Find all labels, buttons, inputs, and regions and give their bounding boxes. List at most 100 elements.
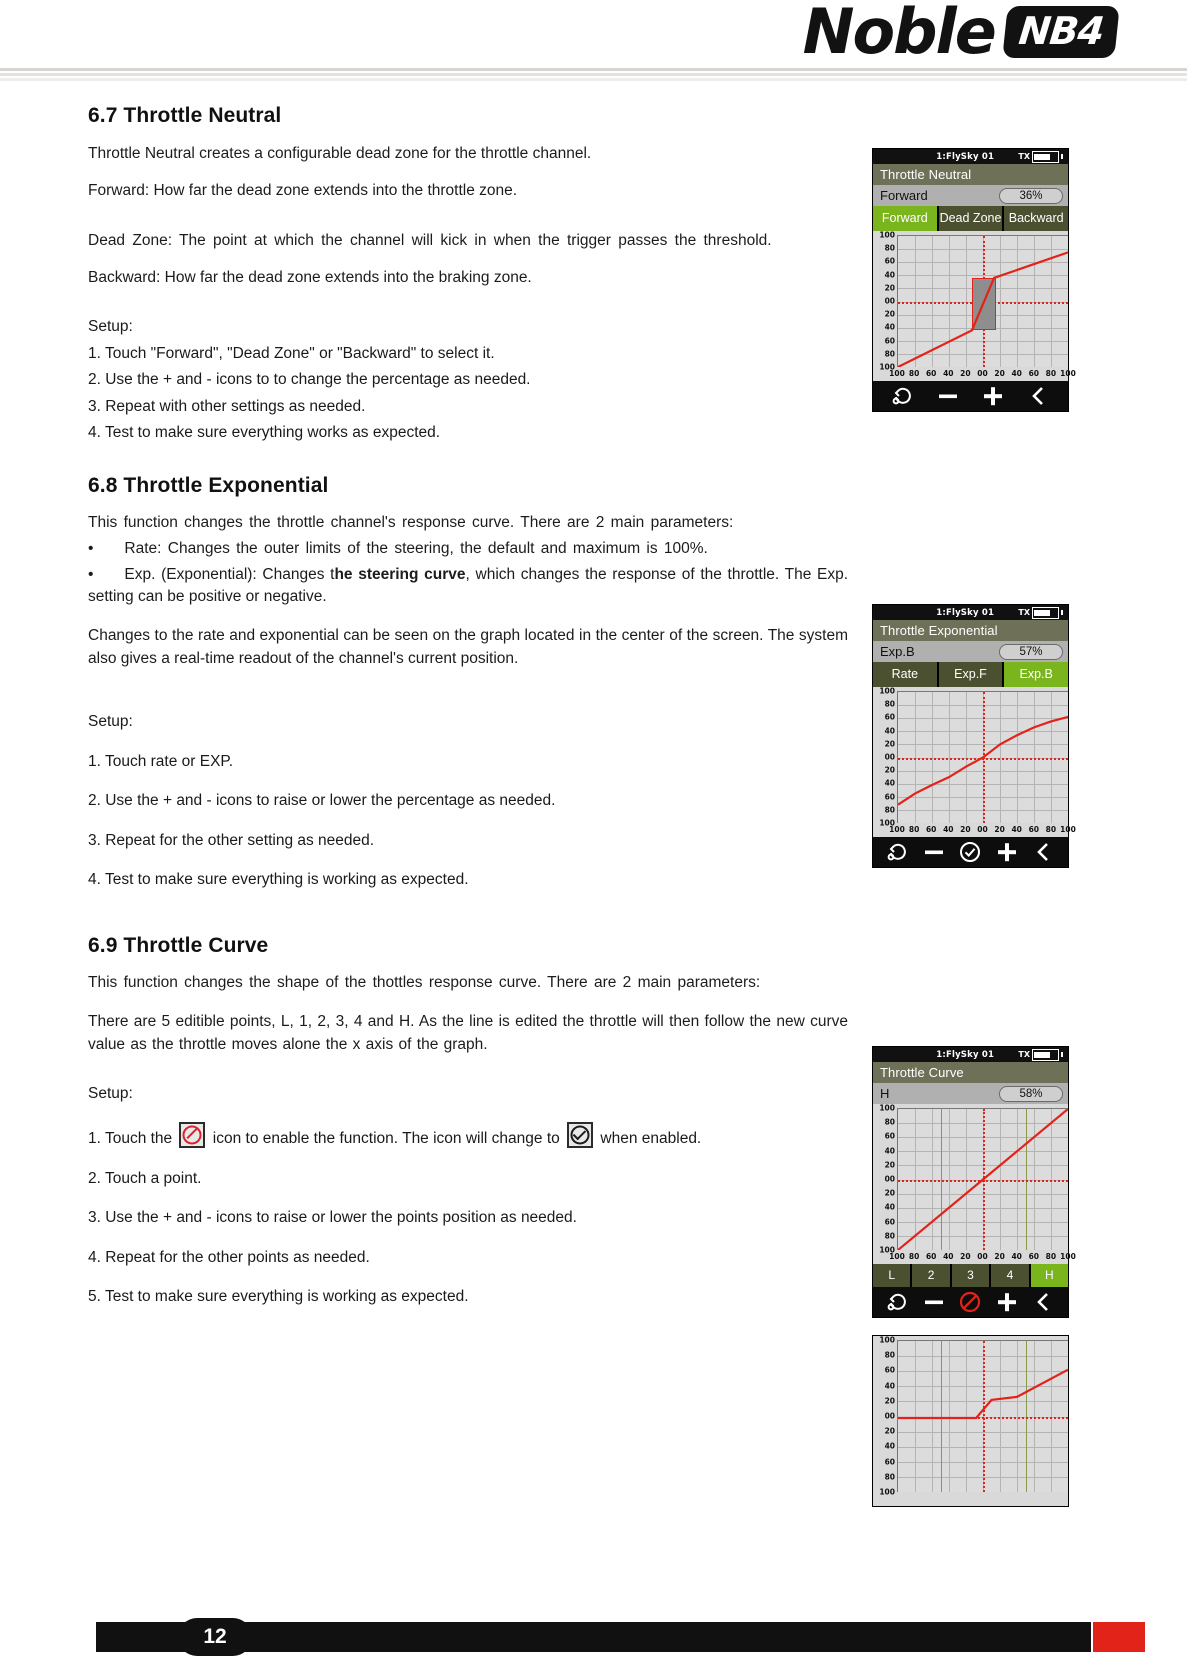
plus-icon[interactable] [981,384,1005,408]
param-label: Forward [880,188,928,203]
y-tick: 80 [884,1231,895,1241]
y-tick: 60 [884,792,895,802]
x-tick: 20 [960,1252,971,1261]
tab-point-2[interactable]: 2 [912,1264,950,1287]
device-tabs[interactable]: Rate Exp.F Exp.B [873,662,1069,687]
throttle-neutral-screen: 1:FlySky 01 TX Throttle Neutral Forward … [872,148,1076,412]
tab-point-3[interactable]: 3 [951,1264,990,1287]
device-status-bar: 1:FlySky 01 TX [873,605,1068,620]
minus-icon[interactable] [936,384,960,408]
device-point-tabs[interactable]: L 2 3 4 H [873,1264,1069,1287]
tab-dead-zone[interactable]: Dead Zone [938,206,1003,231]
back-icon[interactable] [1032,840,1056,864]
tab-backward[interactable]: Backward [1004,206,1069,231]
tab-point-l[interactable]: L [873,1264,911,1287]
tab-exp-b[interactable]: Exp.B [1004,662,1069,687]
back-icon[interactable] [1027,384,1051,408]
step-6-7-1: 1. Touch "Forward", "Dead Zone" or "Back… [88,344,495,362]
step-6-7-4: 4. Test to make sure everything works as… [88,424,441,442]
device-title: Throttle Curve [873,1062,1068,1083]
y-tick: 80 [884,699,895,709]
reset-icon[interactable] [885,840,909,864]
status-model-name: 1:FlySky 01 [936,1049,995,1060]
x-tick: 100 [889,825,905,834]
param-label: H [880,1086,890,1101]
step-6-9-1-part-c: when enabled. [600,1130,702,1148]
tab-point-h[interactable]: H [1030,1264,1069,1287]
param-value: 58% [999,1085,1063,1102]
tab-rate[interactable]: Rate [873,662,937,687]
tab-forward[interactable]: Forward [873,206,937,231]
x-tick: 60 [925,1252,937,1261]
device-toolbar[interactable] [873,381,1068,411]
step-6-9-4: 4. Repeat for the other points as needed… [88,1248,370,1266]
x-tick: 40 [1011,825,1022,834]
paragraph-6-8-3: Changes to the rate and exponential can … [88,626,848,667]
param-row: Forward 36% [873,185,1068,206]
setup-label-6-9: Setup: [88,1085,133,1103]
device-tabs[interactable]: Forward Dead Zone Backward [873,206,1069,231]
device-toolbar[interactable] [873,837,1068,867]
tx-battery-indicator: TX [1018,606,1063,619]
y-axis-labels: 100 80 60 40 20 00 20 40 60 80 100 [873,1336,897,1506]
reset-icon[interactable] [885,1290,909,1314]
x-tick: 00 [977,825,988,834]
x-axis-labels: 100 80 60 40 20 00 20 40 60 80 100 [889,824,1076,837]
x-tick: 60 [925,825,937,834]
param-row: H 58% [873,1083,1068,1104]
x-tick: 40 [1011,369,1022,378]
y-tick: 40 [884,1381,895,1391]
y-tick: 60 [884,712,895,722]
x-axis-labels: 100 80 60 40 20 00 20 40 60 80 100 [889,1251,1076,1264]
bullet-exp-bold: he steering curve [334,565,466,583]
x-tick: 20 [960,369,971,378]
tx-label: TX [1018,608,1030,617]
plus-icon[interactable] [995,1290,1019,1314]
back-icon[interactable] [1032,1290,1056,1314]
device-toolbar[interactable] [873,1287,1068,1317]
x-tick: 100 [1060,1252,1076,1261]
device-title: Throttle Neutral [873,164,1068,185]
y-tick: 20 [884,1396,895,1406]
plus-icon[interactable] [995,840,1019,864]
tx-battery-indicator: TX [1018,1048,1063,1061]
y-tick: 20 [884,1426,895,1436]
y-tick: 60 [884,1457,895,1467]
x-tick: 60 [1028,1252,1040,1261]
device-title: Throttle Exponential [873,620,1068,641]
check-icon[interactable] [958,840,982,864]
x-tick: 20 [994,369,1005,378]
disabled-icon [179,1122,206,1149]
tab-point-4[interactable]: 4 [991,1264,1029,1287]
y-tick: 20 [884,309,895,319]
x-tick: 60 [1028,369,1040,378]
reset-icon[interactable] [890,384,914,408]
x-tick: 100 [1060,369,1076,378]
setup-steps-6-9: Setup: 1. Touch the icon to enable the f… [88,1082,848,1308]
minus-icon[interactable] [922,1290,946,1314]
step-6-9-1: 1. Touch the icon to enable the function… [88,1122,848,1151]
paragraph-6-7-4: Backward: How far the dead zone extends … [88,268,532,286]
y-tick: 80 [884,1472,895,1482]
throttle-curve-graph-only: 100 80 60 40 20 00 20 40 60 80 100 [872,1335,1069,1507]
step-6-8-2: 2. Use the + and - icons to raise or low… [88,792,556,810]
y-tick: 20 [884,1160,895,1170]
tab-exp-f[interactable]: Exp.F [938,662,1003,687]
tx-battery-indicator: TX [1018,150,1063,163]
setup-steps-6-7: Setup: 1. Touch "Forward", "Dead Zone" o… [88,315,848,445]
y-tick: 40 [884,726,895,736]
model-badge: NB4 [1002,6,1120,58]
device-status-bar: 1:FlySky 01 TX [873,1047,1068,1062]
disabled-icon[interactable] [958,1290,982,1314]
minus-icon[interactable] [922,840,946,864]
y-tick: 100 [879,1487,895,1497]
param-value: 57% [999,643,1063,660]
paragraph-6-8-bullet-exp: • Exp. (Exponential): Changes the steeri… [88,564,848,608]
step-6-9-2: 2. Touch a point. [88,1169,202,1187]
step-6-7-2: 2. Use the + and - icons to to change th… [88,371,531,389]
x-tick: 80 [908,825,920,834]
y-tick: 60 [884,1131,895,1141]
paragraph-6-9-1: This function changes the shape of the t… [88,973,761,991]
response-curve [898,236,1068,367]
paragraph-6-8-2: • Rate: Changes the outer limits of the … [88,539,708,557]
